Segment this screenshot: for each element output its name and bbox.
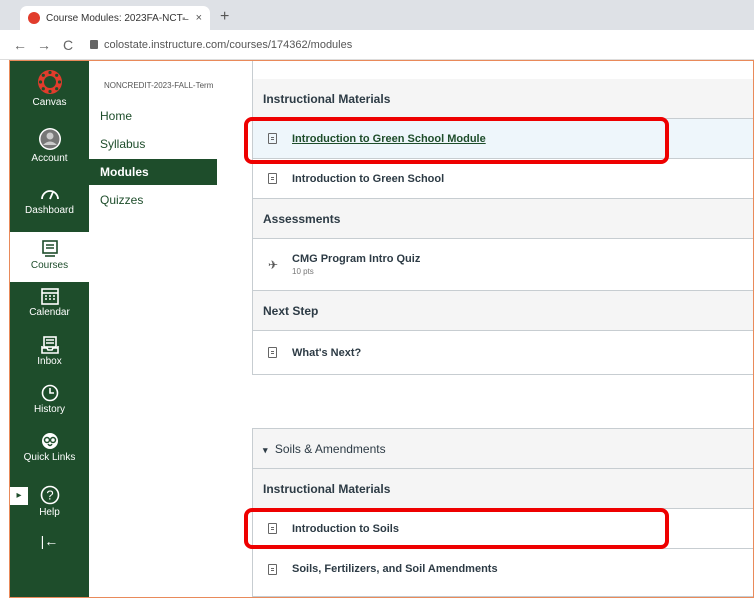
history-icon (41, 384, 58, 402)
course-nav-syllabus[interactable]: Syllabus (89, 131, 217, 157)
global-nav-label: Account (31, 153, 68, 164)
global-nav-label: Canvas (32, 97, 67, 108)
global-navigation: Canvas Account Dashboard Courses Calenda… (10, 61, 89, 597)
inbox-icon (40, 336, 59, 354)
url-field[interactable]: colostate.instructure.com/courses/174362… (90, 39, 352, 51)
global-nav-label: Help (39, 507, 60, 518)
dashboard-icon (40, 190, 59, 200)
module-item-title[interactable]: What's Next? (292, 347, 361, 359)
tab-title: Course Modules: 2023FA-NCT-̶ (46, 12, 186, 24)
module-item[interactable]: What's Next? (253, 331, 754, 375)
global-nav-quick-links[interactable]: Quick Links (10, 432, 89, 463)
new-tab-button[interactable]: + (220, 8, 229, 26)
back-button[interactable]: ← (10, 37, 30, 53)
browser-tab[interactable]: Course Modules: 2023FA-NCT-̶ × (20, 6, 210, 30)
global-nav-label: Quick Links (23, 452, 76, 463)
course-nav-modules[interactable]: Modules (89, 159, 217, 185)
url-text: colostate.instructure.com/courses/174362… (104, 38, 353, 51)
highlight-annotation (244, 508, 669, 549)
section-header: Assessments (253, 199, 754, 239)
global-nav-canvas[interactable]: Canvas (10, 69, 89, 108)
course-nav-home[interactable]: Home (89, 103, 217, 129)
global-nav-label: Dashboard (25, 205, 74, 216)
module-item[interactable]: Soils, Fertilizers, and Soil Amendments (253, 549, 754, 589)
module-item-title[interactable]: CMG Program Intro Quiz (292, 253, 420, 265)
ram-icon (41, 433, 58, 449)
calendar-icon (40, 288, 59, 305)
module-item[interactable]: Introduction to Green School (253, 159, 754, 199)
global-nav-inbox[interactable]: Inbox (10, 336, 89, 367)
courses-icon (41, 240, 58, 257)
course-nav-quizzes[interactable]: Quizzes (89, 187, 217, 213)
page-icon (268, 173, 277, 184)
quiz-icon: ✈ (268, 257, 279, 272)
points-label: 10 pts (292, 267, 314, 276)
global-nav-label: Inbox (37, 356, 62, 367)
help-icon: ? (40, 485, 59, 505)
global-nav-history[interactable]: History (10, 384, 89, 415)
module-green-school: Instructional Materials Introduction to … (252, 61, 754, 375)
lock-icon (90, 40, 98, 49)
collapse-nav-button[interactable]: |← (10, 533, 89, 549)
browser-tab-bar: Course Modules: 2023FA-NCT-̶ × + (0, 0, 754, 30)
global-nav-calendar[interactable]: Calendar (10, 287, 89, 318)
global-nav-label: Courses (30, 260, 69, 271)
module-item-title[interactable]: Introduction to Green School (292, 173, 444, 185)
forward-button[interactable]: → (34, 37, 54, 53)
global-nav-label: Calendar (29, 307, 70, 318)
address-bar: ← → C colostate.instructure.com/courses/… (0, 30, 754, 60)
module-item[interactable]: ✈ CMG Program Intro Quiz 10 pts (253, 239, 754, 291)
expand-menu-icon[interactable]: ▸ (10, 487, 28, 505)
canvas-logo-icon (37, 70, 62, 94)
global-nav-courses[interactable]: Courses (10, 232, 89, 282)
course-navigation: NONCREDIT-2023-FALL-Term Home Syllabus M… (89, 61, 241, 597)
global-nav-account[interactable]: Account (10, 127, 89, 164)
account-icon (38, 128, 61, 150)
global-nav-dashboard[interactable]: Dashboard (10, 185, 89, 216)
module-header[interactable]: ▾ Soils & Amendments (253, 429, 754, 469)
section-header: Next Step (253, 291, 754, 331)
assignment-icon (268, 347, 277, 358)
module-item-title[interactable]: Soils, Fertilizers, and Soil Amendments (292, 563, 498, 575)
svg-text:?: ? (46, 488, 53, 503)
collapse-triangle-icon: ▾ (263, 445, 268, 455)
page-icon (268, 563, 277, 575)
global-nav-label: History (33, 404, 66, 415)
section-header: Instructional Materials (253, 469, 754, 509)
canvas-favicon-icon (28, 12, 40, 24)
section-header: Instructional Materials (253, 79, 754, 119)
highlight-annotation (244, 117, 669, 164)
course-code: NONCREDIT-2023-FALL-Term (104, 81, 214, 90)
reload-button[interactable]: C (58, 37, 78, 53)
module-title: Soils & Amendments (274, 442, 386, 456)
close-tab-icon[interactable]: × (196, 12, 202, 24)
